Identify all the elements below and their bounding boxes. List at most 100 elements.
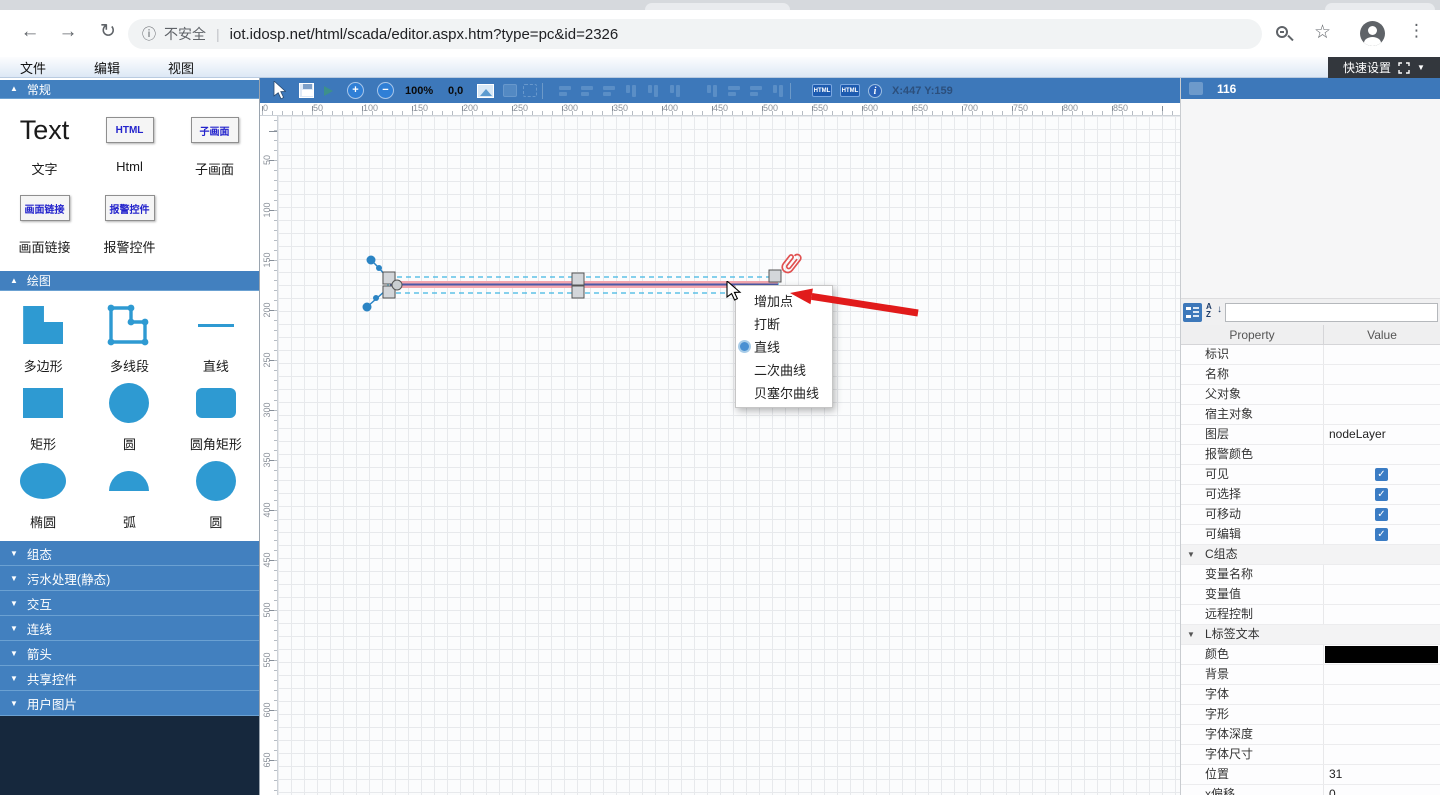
same-width-icon[interactable] [705,78,719,103]
property-row[interactable]: ▼ 可移动 ✓ [1181,505,1440,525]
color-swatch[interactable] [1325,646,1438,663]
property-row[interactable]: ▼ 可选择 ✓ [1181,485,1440,505]
menu-item[interactable]: 编辑 [94,58,120,77]
property-row[interactable]: ▼ 父对象 ✓ [1181,385,1440,405]
run-icon[interactable] [324,78,333,103]
info-icon[interactable]: i [868,78,882,103]
palette-section-collapsed[interactable]: ▼ 污水处理(静态) [0,566,259,591]
drawing-tool[interactable]: 椭圆 [0,455,86,533]
context-menu-item[interactable]: 打断 [736,312,832,335]
group-icon[interactable] [503,78,517,103]
palette-item-text[interactable]: Text 文字 [2,113,87,191]
property-value-cell[interactable]: ✓ [1323,545,1440,564]
background-image-icon[interactable] [477,78,494,103]
group-caret-icon[interactable]: ▼ [1187,545,1205,564]
property-value-cell[interactable]: ✓ [1323,525,1440,544]
align-bottom-icon[interactable] [668,78,682,103]
context-menu-item[interactable]: 直线 [736,335,832,358]
palette-section-collapsed[interactable]: ▼ 连线 [0,616,259,641]
property-row[interactable]: ▼ 字体深度 ✓ [1181,725,1440,745]
property-row[interactable]: ▼ 图层 nodeLayer ✓ [1181,425,1440,445]
palette-item-html[interactable]: HTML Html [87,113,172,191]
property-value-cell[interactable]: ✓ [1323,405,1440,424]
property-value-cell[interactable]: ✓ [1323,445,1440,464]
expand-icon[interactable]: ▼ [10,674,18,683]
property-row[interactable]: ▼ 可编辑 ✓ [1181,525,1440,545]
property-value-cell[interactable]: ✓ [1323,625,1440,644]
align-left-icon[interactable] [558,78,572,103]
property-value-cell[interactable]: ✓ [1323,745,1440,764]
property-row[interactable]: ▼ 变量名称 ✓ [1181,565,1440,585]
palette-section-collapsed[interactable]: ▼ 组态 [0,541,259,566]
browser-menu-icon[interactable]: ⋮ [1408,21,1425,41]
property-row[interactable]: ▼ 可见 ✓ [1181,465,1440,485]
property-value-cell[interactable]: ✓ [1323,585,1440,604]
save-icon[interactable] [299,78,314,103]
categorized-view-icon[interactable] [1183,303,1202,322]
property-row[interactable]: ▼ x偏移 0 ✓ [1181,785,1440,795]
profile-avatar[interactable] [1360,21,1385,46]
palette-section-general[interactable]: ▲ 常规 [0,80,259,99]
property-row[interactable]: ▼ 颜色 #000000 ✓ [1181,645,1440,665]
property-row[interactable]: ▼ 报警颜色 ✓ [1181,445,1440,465]
html-source-icon[interactable]: HTML [812,78,832,103]
back-icon[interactable]: ← [16,18,44,46]
property-value-cell[interactable]: ✓ [1323,565,1440,584]
zoom-out-page-icon[interactable] [1276,26,1288,38]
property-row[interactable]: ▼ C组态 ✓ [1181,545,1440,565]
drawing-tool[interactable]: 圆 [86,377,172,455]
url-bar[interactable]: ⓘ 不安全 | iot.idosp.net/html/scada/editor.… [128,19,1262,49]
quick-settings-bar[interactable]: 快速设置 ▼ [1328,57,1440,78]
property-value-cell[interactable]: ✓ [1323,665,1440,684]
property-value-cell[interactable]: #000000 ✓ [1323,645,1440,664]
palette-item-alarm-control[interactable]: 报警控件 报警控件 [87,191,172,269]
property-value-cell[interactable]: ✓ [1323,505,1440,524]
bookmark-star-icon[interactable]: ☆ [1314,21,1331,44]
reload-icon[interactable]: ↻ [94,18,122,46]
drawing-tool[interactable]: 直线 [173,299,259,377]
zoom-in-icon[interactable]: + [348,78,363,103]
menu-item[interactable]: 视图 [168,58,194,77]
expand-icon[interactable]: ▼ [10,599,18,608]
palette-item-screen-link[interactable]: 画面链接 画面链接 [2,191,87,269]
palette-section-collapsed[interactable]: ▼ 共享控件 [0,666,259,691]
property-value-cell[interactable]: 31 ✓ [1323,765,1440,784]
property-value-cell[interactable]: ✓ [1323,685,1440,704]
property-value-cell[interactable]: ✓ [1323,705,1440,724]
checkbox-checked-icon[interactable]: ✓ [1375,488,1388,501]
checkbox-checked-icon[interactable]: ✓ [1375,528,1388,541]
design-canvas[interactable] [278,116,1180,795]
checkbox-checked-icon[interactable]: ✓ [1375,468,1388,481]
menu-item[interactable]: 文件 [20,58,46,77]
drawing-tool[interactable]: 矩形 [0,377,86,455]
property-row[interactable]: ▼ 远程控制 ✓ [1181,605,1440,625]
context-menu-item[interactable]: 增加点 [736,289,832,312]
distribute-h-icon[interactable] [749,78,763,103]
checkbox-checked-icon[interactable]: ✓ [1375,508,1388,521]
browser-tab[interactable] [645,3,790,10]
browser-tab[interactable] [1325,3,1435,10]
expand-icon[interactable]: ▼ [10,574,18,583]
pointer-tool-icon[interactable] [273,78,286,103]
distribute-v-icon[interactable] [771,78,785,103]
property-row[interactable]: ▼ 字体 ✓ [1181,685,1440,705]
drawing-tool[interactable]: 圆 [173,455,259,533]
palette-section-drawing[interactable]: ▲ 绘图 [0,271,259,291]
align-center-icon[interactable] [580,78,594,103]
property-value-cell[interactable]: 0 ✓ [1323,785,1440,795]
drawing-tool[interactable]: 多线段 [86,299,172,377]
page-info-icon[interactable]: ⓘ [142,24,156,44]
property-row[interactable]: ▼ 名称 ✓ [1181,365,1440,385]
property-value-cell[interactable]: ✓ [1323,345,1440,364]
collapse-icon[interactable]: ▲ [10,85,18,93]
property-row[interactable]: ▼ L标签文本 ✓ [1181,625,1440,645]
property-value-cell[interactable]: nodeLayer ✓ [1323,425,1440,444]
context-menu-item[interactable]: 贝塞尔曲线 [736,381,832,404]
palette-section-collapsed[interactable]: ▼ 箭头 [0,641,259,666]
property-row[interactable]: ▼ 背景 ✓ [1181,665,1440,685]
drawing-tool[interactable]: 多边形 [0,299,86,377]
property-value-cell[interactable]: ✓ [1323,485,1440,504]
property-row[interactable]: ▼ 宿主对象 ✓ [1181,405,1440,425]
same-height-icon[interactable] [727,78,741,103]
html-preview-icon[interactable]: HTML [840,78,860,103]
